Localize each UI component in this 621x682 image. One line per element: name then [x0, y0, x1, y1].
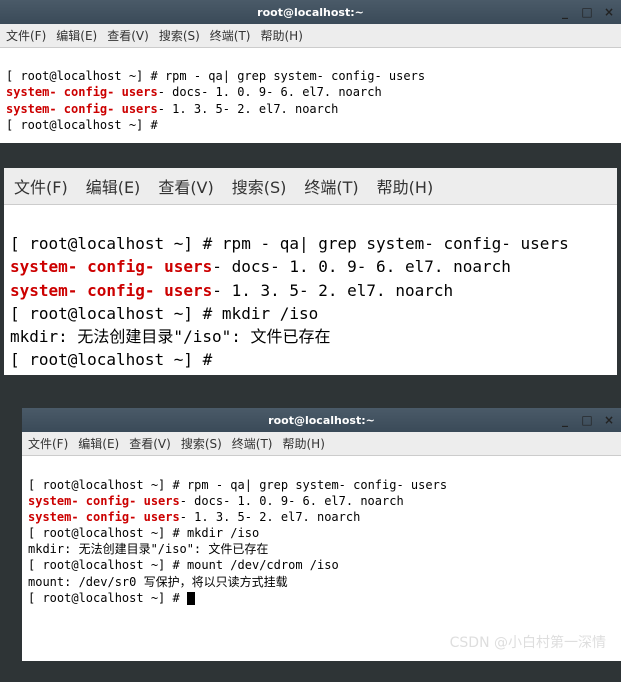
output-text: - docs- 1. 0. 9- 6. el7. noarch	[180, 494, 404, 508]
prompt: [ root@localhost ~] #	[10, 304, 222, 323]
window-title: root@localhost:~	[257, 6, 364, 19]
match-highlight: system- config- users	[10, 281, 212, 300]
menu-edit[interactable]: 编辑(E)	[78, 435, 119, 452]
menubar: 文件(F) 编辑(E) 查看(V) 搜索(S) 终端(T) 帮助(H)	[22, 432, 621, 456]
menu-edit[interactable]: 编辑(E)	[56, 27, 97, 44]
window-controls: _ □ ×	[557, 412, 617, 428]
menu-help[interactable]: 帮助(H)	[377, 174, 434, 198]
command-text: rpm - qa| grep system- config- users	[165, 69, 425, 83]
prompt: [ root@localhost ~] #	[10, 350, 212, 369]
menu-help[interactable]: 帮助(H)	[283, 435, 325, 452]
close-icon[interactable]: ×	[601, 412, 617, 428]
window-controls: _ □ ×	[557, 4, 617, 20]
window-title: root@localhost:~	[268, 414, 375, 427]
prompt: [ root@localhost ~] #	[28, 478, 187, 492]
prompt: [ root@localhost ~] #	[28, 526, 187, 540]
command-text: mount /dev/cdrom /iso	[187, 558, 339, 572]
match-highlight: system- config- users	[6, 102, 158, 116]
minimize-icon[interactable]: _	[557, 412, 573, 428]
output-text: - docs- 1. 0. 9- 6. el7. noarch	[212, 257, 511, 276]
terminal-window-1: root@localhost:~ _ □ × 文件(F) 编辑(E) 查看(V)…	[0, 0, 621, 143]
command-text: mkdir /iso	[222, 304, 318, 323]
match-highlight: system- config- users	[10, 257, 212, 276]
menubar: 文件(F) 编辑(E) 查看(V) 搜索(S) 终端(T) 帮助(H)	[0, 24, 621, 48]
terminal-output[interactable]: [ root@localhost ~] # rpm - qa| grep sys…	[22, 456, 621, 661]
terminal-output[interactable]: [ root@localhost ~] # rpm - qa| grep sys…	[4, 205, 617, 375]
prompt: [ root@localhost ~] #	[28, 558, 187, 572]
prompt: [ root@localhost ~] #	[28, 591, 187, 605]
menu-search[interactable]: 搜索(S)	[159, 27, 200, 44]
maximize-icon[interactable]: □	[579, 412, 595, 428]
menubar: 文件(F) 编辑(E) 查看(V) 搜索(S) 终端(T) 帮助(H)	[4, 168, 617, 205]
command-text: rpm - qa| grep system- config- users	[187, 478, 447, 492]
output-text: mount: /dev/sr0 写保护，将以只读方式挂载	[28, 575, 288, 589]
menu-search[interactable]: 搜索(S)	[232, 174, 287, 198]
menu-terminal[interactable]: 终端(T)	[232, 435, 273, 452]
menu-search[interactable]: 搜索(S)	[181, 435, 222, 452]
prompt: [ root@localhost ~] #	[6, 69, 165, 83]
command-text: mkdir /iso	[187, 526, 259, 540]
menu-view[interactable]: 查看(V)	[158, 174, 213, 198]
prompt: [ root@localhost ~] #	[6, 118, 158, 132]
match-highlight: system- config- users	[28, 510, 180, 524]
output-text: - docs- 1. 0. 9- 6. el7. noarch	[158, 85, 382, 99]
menu-file[interactable]: 文件(F)	[14, 174, 68, 198]
titlebar[interactable]: root@localhost:~ _ □ ×	[0, 0, 621, 24]
menu-terminal[interactable]: 终端(T)	[304, 174, 358, 198]
terminal-window-3: root@localhost:~ _ □ × 文件(F) 编辑(E) 查看(V)…	[22, 408, 621, 661]
command-text: rpm - qa| grep system- config- users	[222, 234, 569, 253]
terminal-output[interactable]: [ root@localhost ~] # rpm - qa| grep sys…	[0, 48, 621, 143]
menu-terminal[interactable]: 终端(T)	[210, 27, 251, 44]
menu-help[interactable]: 帮助(H)	[261, 27, 303, 44]
prompt: [ root@localhost ~] #	[10, 234, 222, 253]
menu-view[interactable]: 查看(V)	[129, 435, 171, 452]
match-highlight: system- config- users	[6, 85, 158, 99]
output-text: mkdir: 无法创建目录"/iso": 文件已存在	[28, 542, 268, 556]
minimize-icon[interactable]: _	[557, 4, 573, 20]
maximize-icon[interactable]: □	[579, 4, 595, 20]
menu-edit[interactable]: 编辑(E)	[86, 174, 141, 198]
output-text: - 1. 3. 5- 2. el7. noarch	[212, 281, 453, 300]
match-highlight: system- config- users	[28, 494, 180, 508]
titlebar[interactable]: root@localhost:~ _ □ ×	[22, 408, 621, 432]
menu-file[interactable]: 文件(F)	[6, 27, 46, 44]
output-text: - 1. 3. 5- 2. el7. noarch	[180, 510, 361, 524]
output-text: - 1. 3. 5- 2. el7. noarch	[158, 102, 339, 116]
terminal-window-2: 文件(F) 编辑(E) 查看(V) 搜索(S) 终端(T) 帮助(H) [ ro…	[4, 168, 617, 375]
output-text: mkdir: 无法创建目录"/iso": 文件已存在	[10, 327, 331, 346]
cursor-icon	[187, 592, 195, 605]
menu-view[interactable]: 查看(V)	[107, 27, 149, 44]
menu-file[interactable]: 文件(F)	[28, 435, 68, 452]
close-icon[interactable]: ×	[601, 4, 617, 20]
